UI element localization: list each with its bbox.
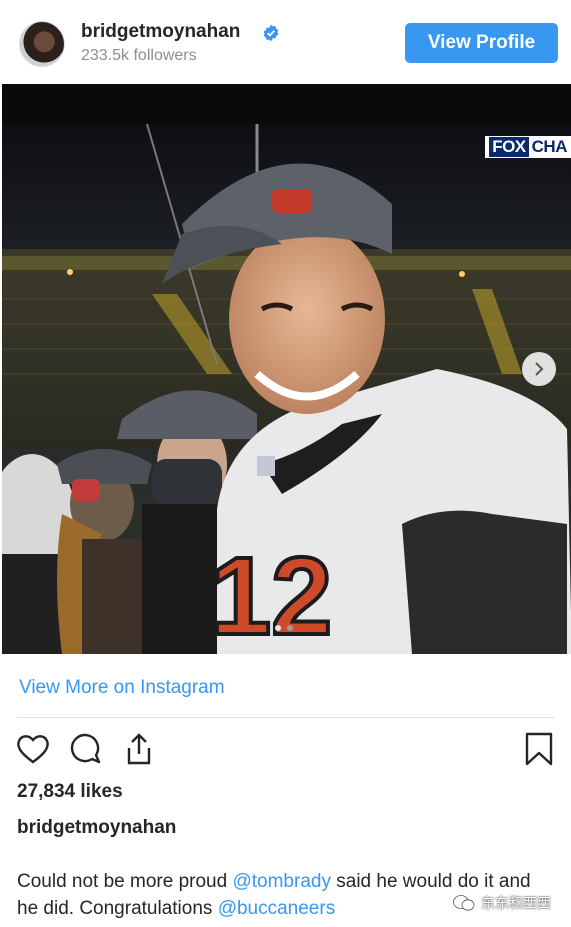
mention-link[interactable]: @tombrady xyxy=(232,871,331,892)
share-icon xyxy=(127,733,151,765)
heart-icon xyxy=(17,735,49,764)
caption-text: Could not be more proud xyxy=(17,871,233,892)
view-profile-button[interactable]: View Profile xyxy=(405,23,558,63)
verified-badge-icon xyxy=(263,24,279,42)
watermark-text: 东东和西西 xyxy=(481,895,551,911)
carousel-dot[interactable] xyxy=(287,625,293,631)
likes-count[interactable]: 27,834 likes xyxy=(17,781,123,803)
share-button[interactable] xyxy=(121,731,157,767)
stadium-scene: 12 xyxy=(2,84,571,654)
fox-logo: FOX xyxy=(489,137,529,157)
comment-button[interactable] xyxy=(68,731,104,767)
wechat-icon xyxy=(453,895,475,911)
caption-username[interactable]: bridgetmoynahan xyxy=(17,817,176,839)
carousel-next-button[interactable] xyxy=(522,352,556,386)
broadcast-channel-text: CHA xyxy=(531,137,568,156)
chevron-right-icon xyxy=(535,362,544,376)
post-actions xyxy=(0,731,571,767)
like-button[interactable] xyxy=(15,731,51,767)
username[interactable]: bridgetmoynahan xyxy=(81,21,240,43)
followers-count: 233.5k followers xyxy=(81,47,197,64)
avatar[interactable] xyxy=(19,21,65,67)
carousel-dot[interactable] xyxy=(275,625,281,631)
mention-link[interactable]: @buccaneers xyxy=(218,898,336,919)
carousel-dots xyxy=(275,625,293,631)
bookmark-icon xyxy=(525,732,553,766)
post-header: bridgetmoynahan 233.5k followers View Pr… xyxy=(0,0,571,84)
svg-text:12: 12 xyxy=(210,535,332,654)
watermark: 东东和西西 xyxy=(453,893,551,913)
view-more-link[interactable]: View More on Instagram xyxy=(19,677,225,699)
comment-icon xyxy=(70,733,101,764)
broadcast-badge: FOX CHA xyxy=(485,136,571,158)
save-button[interactable] xyxy=(521,731,557,767)
post-photo[interactable]: 12 FOX CHA xyxy=(2,84,571,654)
divider xyxy=(17,717,554,718)
